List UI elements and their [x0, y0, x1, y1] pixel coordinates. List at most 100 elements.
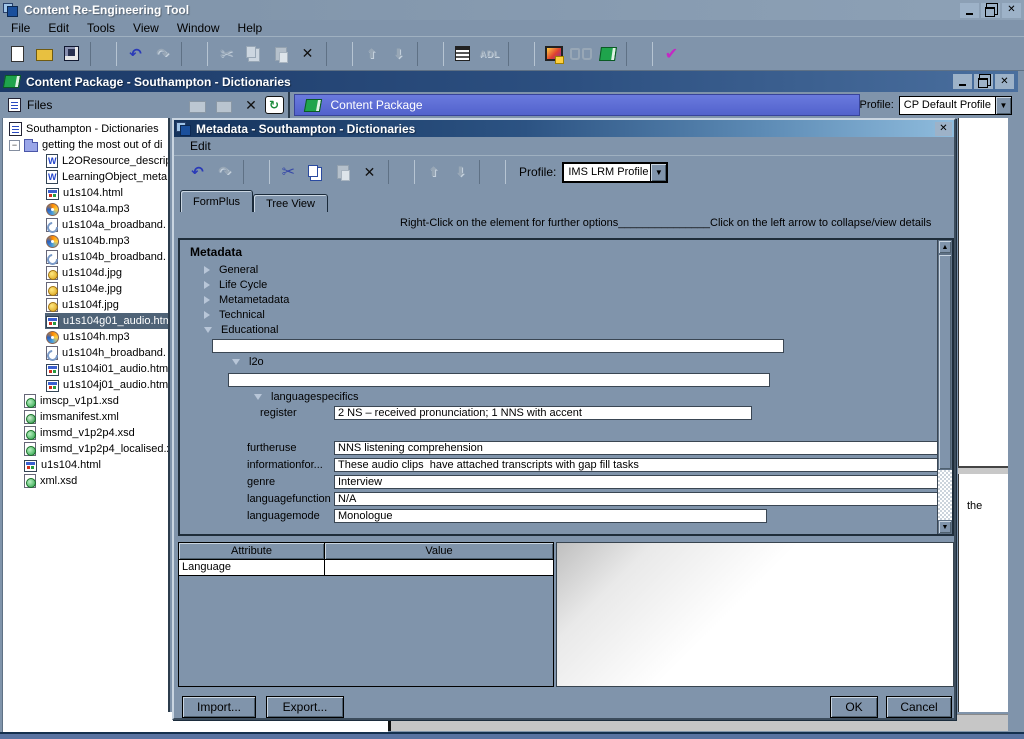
category-row[interactable]: Life Cycle: [204, 277, 289, 292]
undo-icon[interactable]: [122, 42, 149, 66]
value-cell[interactable]: [325, 560, 553, 575]
dialog-close-button[interactable]: [935, 122, 952, 136]
find-icon[interactable]: [567, 42, 594, 66]
tree-item[interactable]: imsmd_v1p2p4.xsd: [3, 425, 168, 441]
move-up-icon[interactable]: [420, 160, 447, 184]
tree-item[interactable]: u1s104b_broadband.: [3, 249, 168, 265]
content-package-icon[interactable]: [594, 42, 621, 66]
tab-tree-view[interactable]: Tree View: [253, 194, 328, 212]
tab-formplus[interactable]: FormPlus: [180, 190, 253, 212]
close-button[interactable]: [1002, 3, 1021, 18]
expand-arrow-icon[interactable]: [204, 281, 210, 289]
chevron-down-icon[interactable]: [995, 97, 1011, 114]
separator[interactable]: [626, 42, 653, 66]
cancel-button[interactable]: Cancel: [886, 696, 952, 718]
cut-icon[interactable]: [213, 42, 240, 66]
separator[interactable]: [508, 42, 535, 66]
l2o-row[interactable]: l2o: [232, 356, 264, 368]
category-row[interactable]: General: [204, 262, 289, 277]
menu-item[interactable]: Help: [229, 20, 272, 36]
chevron-down-icon[interactable]: [650, 164, 666, 181]
menu-item[interactable]: Window: [168, 20, 229, 36]
tree-item[interactable]: u1s104a_broadband.: [3, 217, 168, 233]
package-viewer-icon[interactable]: [540, 42, 567, 66]
separator[interactable]: [181, 42, 208, 66]
copy-icon[interactable]: [302, 160, 329, 184]
attribute-cell[interactable]: Language: [179, 560, 325, 575]
menu-item[interactable]: File: [2, 20, 39, 36]
copy-icon[interactable]: [240, 42, 267, 66]
field-input[interactable]: [334, 492, 944, 506]
expand-arrow-icon[interactable]: [232, 359, 240, 365]
separator[interactable]: [243, 160, 270, 184]
separator[interactable]: [388, 160, 415, 184]
package-restore-button[interactable]: [974, 74, 993, 89]
languagespecifics-row[interactable]: languagespecifics: [254, 391, 358, 403]
tree-item[interactable]: u1s104g01_audio.htm: [3, 313, 168, 329]
tree-item[interactable]: u1s104i01_audio.htm: [3, 361, 168, 377]
paste-icon[interactable]: [267, 42, 294, 66]
paste-icon[interactable]: [329, 160, 356, 184]
l2o-value-input[interactable]: [228, 373, 770, 387]
category-row[interactable]: Technical: [204, 307, 289, 322]
tree-item[interactable]: u1s104a.mp3: [3, 201, 168, 217]
scroll-up-icon[interactable]: [938, 240, 952, 254]
form-vertical-scrollbar[interactable]: [937, 240, 952, 534]
minimize-button[interactable]: [960, 3, 979, 18]
form-view-icon[interactable]: [449, 42, 476, 66]
validate-icon[interactable]: [658, 42, 685, 66]
tree-item[interactable]: imscp_v1p1.xsd: [3, 393, 168, 409]
undo-icon[interactable]: [184, 160, 211, 184]
tree-item[interactable]: imsmanifest.xml: [3, 409, 168, 425]
profile-dropdown[interactable]: CP Default Profile: [899, 96, 1012, 115]
tree-item[interactable]: u1s104.html: [3, 457, 168, 473]
expand-arrow-icon[interactable]: [204, 311, 210, 319]
educational-value-input[interactable]: [212, 339, 784, 353]
tree-item[interactable]: LearningObject_meta: [3, 169, 168, 185]
move-down-icon[interactable]: [447, 160, 474, 184]
separator[interactable]: [417, 42, 444, 66]
tree-item[interactable]: xml.xsd: [3, 473, 168, 489]
tab-content-package[interactable]: Content Package: [294, 94, 860, 116]
menu-item[interactable]: View: [124, 20, 168, 36]
move-down-icon[interactable]: [385, 42, 412, 66]
export-button[interactable]: Export...: [266, 696, 344, 718]
scrollbar-thumb[interactable]: [938, 254, 952, 470]
delete-icon[interactable]: [356, 160, 383, 184]
tree-item[interactable]: u1s104e.jpg: [3, 281, 168, 297]
refresh-icon[interactable]: [265, 96, 284, 114]
menu-edit[interactable]: Edit: [184, 138, 217, 154]
tree-item[interactable]: u1s104.html: [3, 185, 168, 201]
expand-arrow-icon[interactable]: [254, 394, 262, 400]
redo-icon[interactable]: [149, 42, 176, 66]
redo-icon[interactable]: [211, 160, 238, 184]
separator[interactable]: [326, 42, 353, 66]
expand-arrow-icon[interactable]: [204, 296, 210, 304]
tree-item[interactable]: L2OResource_descrip: [3, 153, 168, 169]
scrollbar-track[interactable]: [938, 470, 952, 520]
delete-icon[interactable]: [294, 42, 321, 66]
tree-item[interactable]: u1s104f.jpg: [3, 297, 168, 313]
tree-item[interactable]: imsmd_v1p2p4_localised.x: [3, 441, 168, 457]
ok-button[interactable]: OK: [830, 696, 878, 718]
tree-item[interactable]: Southampton - Dictionaries: [3, 121, 168, 137]
expand-arrow-icon[interactable]: [204, 266, 210, 274]
tree-item[interactable]: u1s104d.jpg: [3, 265, 168, 281]
scroll-down-icon[interactable]: [938, 520, 952, 534]
separator[interactable]: [479, 160, 506, 184]
separator[interactable]: [90, 42, 117, 66]
tree-item[interactable]: u1s104h_broadband.: [3, 345, 168, 361]
preview-divider[interactable]: [958, 466, 1008, 474]
menu-item[interactable]: Tools: [78, 20, 124, 36]
save-icon[interactable]: [58, 42, 85, 66]
package-minimize-button[interactable]: [953, 74, 972, 89]
field-input[interactable]: [334, 458, 944, 472]
open-icon[interactable]: [31, 42, 58, 66]
package-close-button[interactable]: [995, 74, 1014, 89]
category-row[interactable]: Metametadata: [204, 292, 289, 307]
move-up-icon[interactable]: [358, 42, 385, 66]
add-file-icon[interactable]: [211, 93, 238, 117]
dialog-profile-dropdown[interactable]: IMS LRM Profile: [562, 162, 668, 183]
cut-icon[interactable]: [275, 160, 302, 184]
restore-button[interactable]: [981, 3, 1000, 18]
